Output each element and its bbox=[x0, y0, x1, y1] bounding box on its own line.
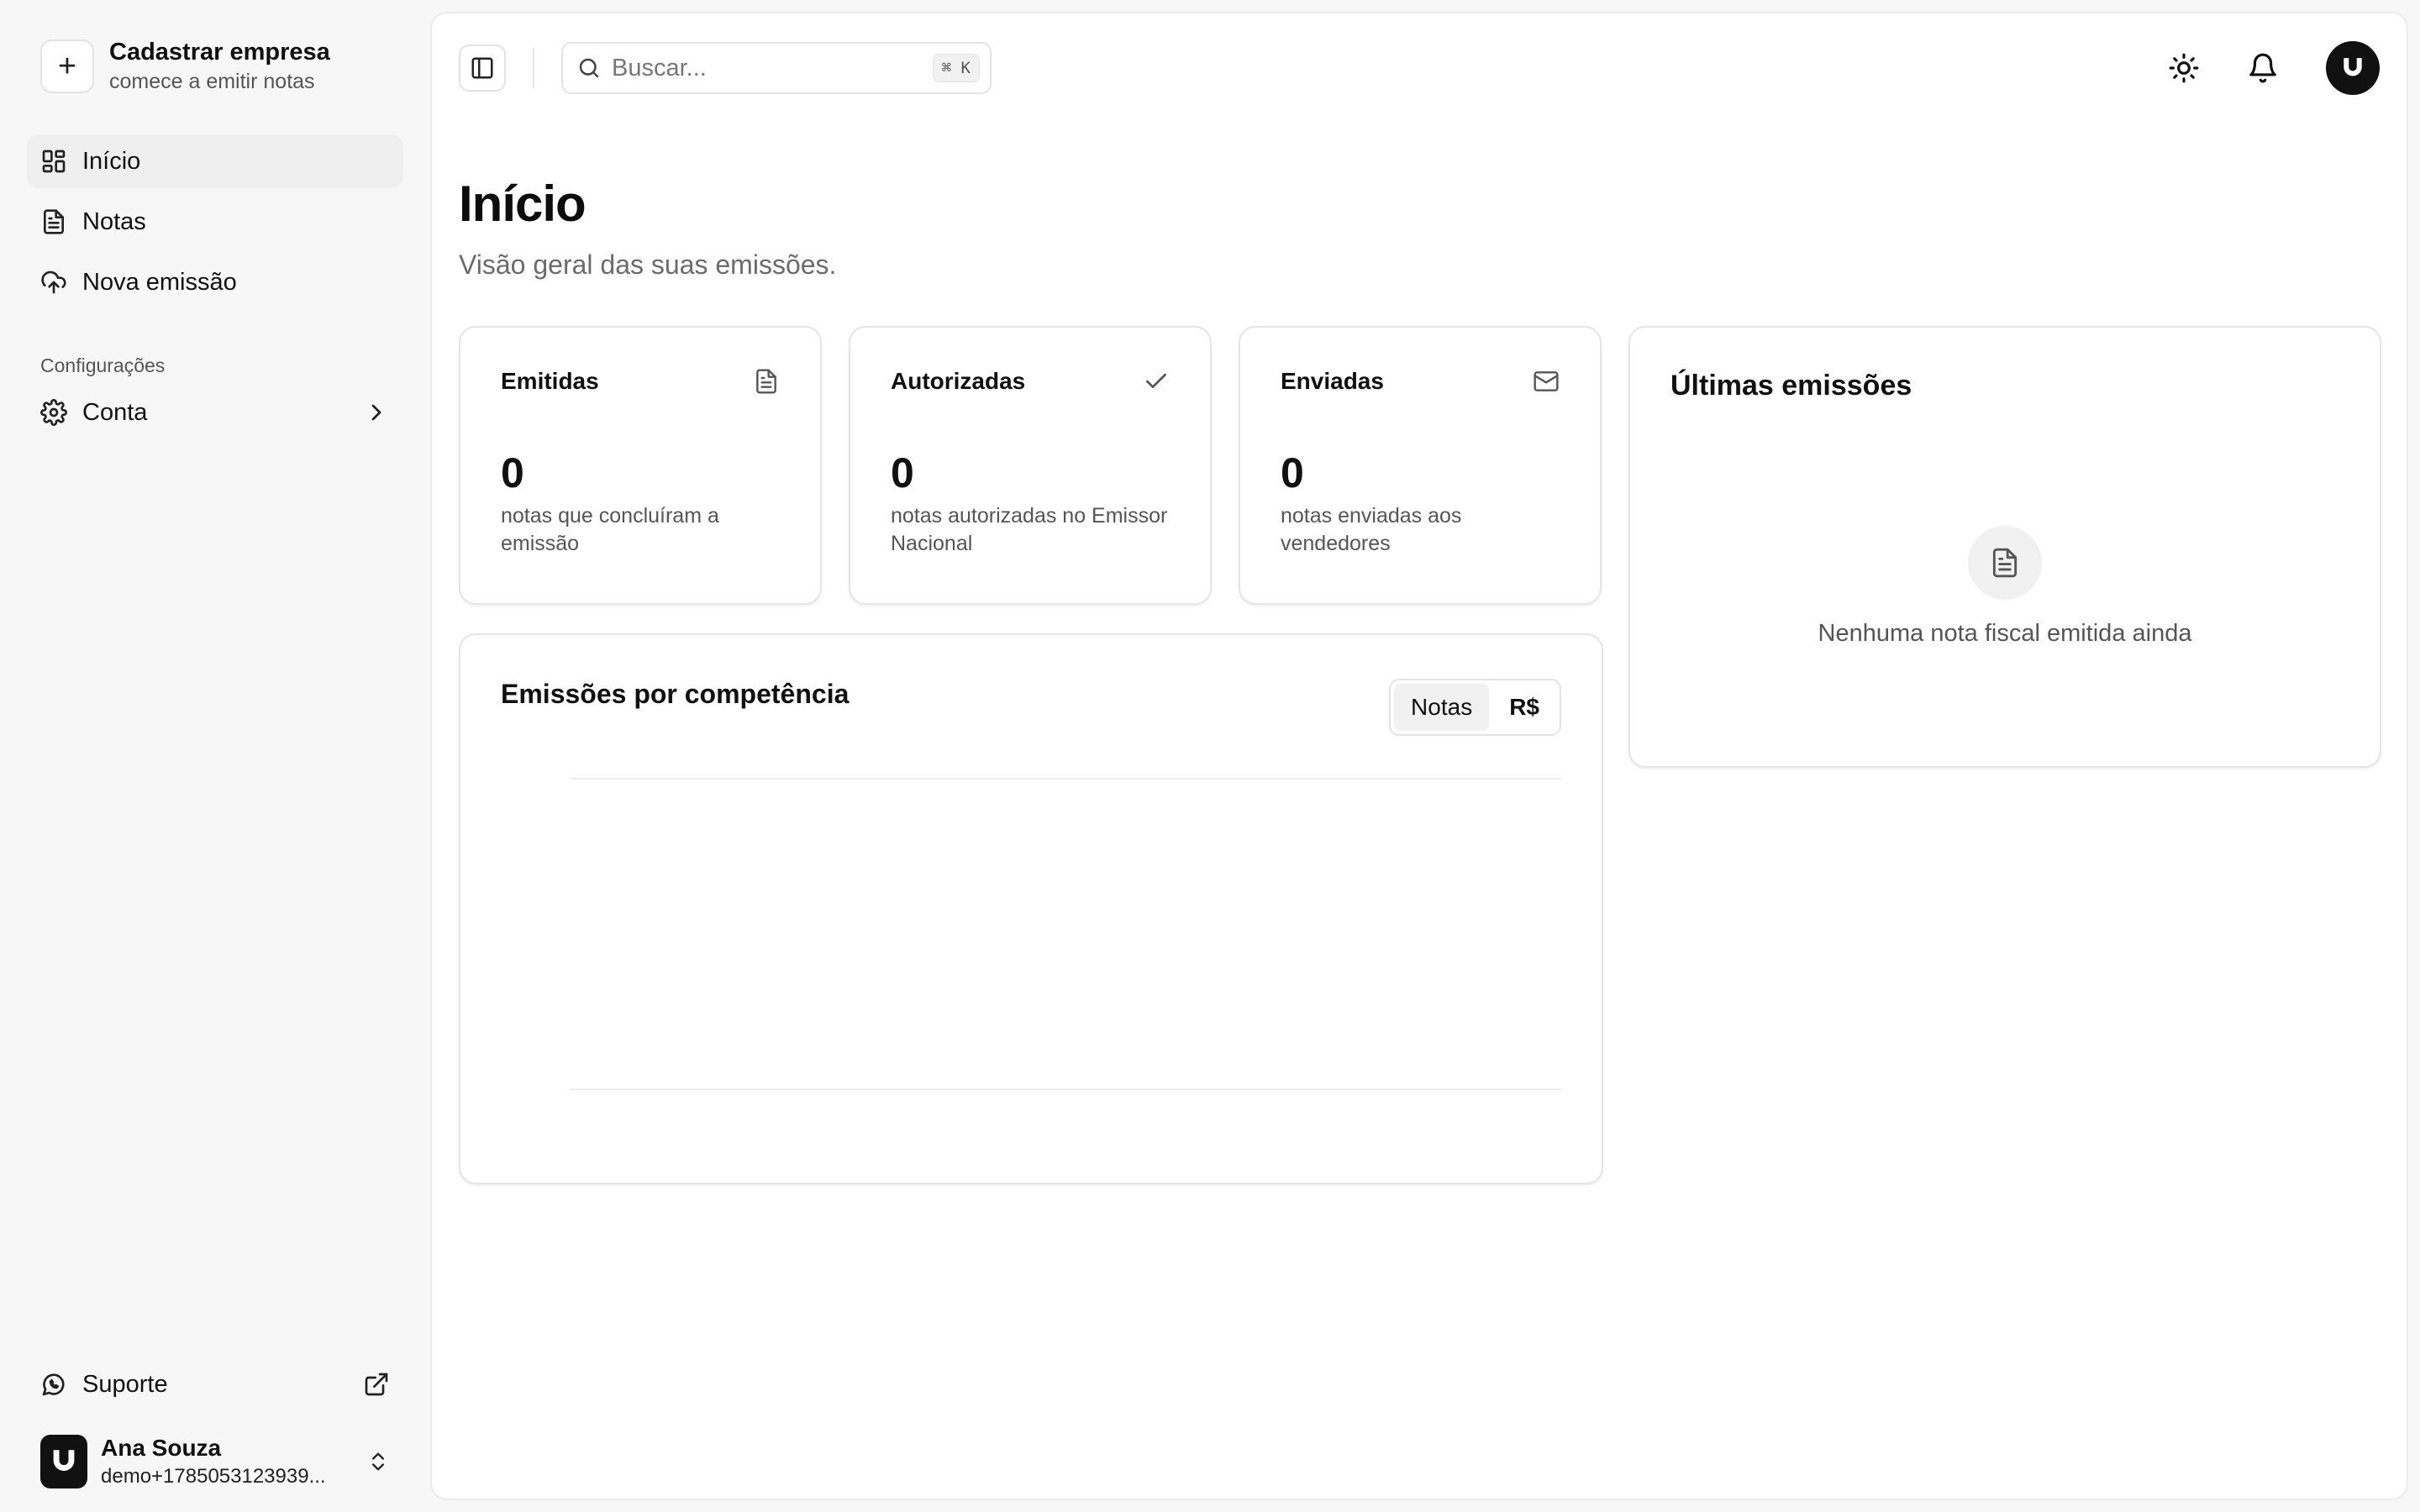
sidebar-item-label: Nova emissão bbox=[82, 268, 237, 296]
user-name: Ana Souza bbox=[101, 1435, 222, 1461]
empty-state: Nenhuma nota fiscal emitida ainda bbox=[1630, 526, 2380, 648]
dashboard-icon bbox=[42, 150, 66, 173]
chart-gridline bbox=[570, 778, 1561, 780]
user-menu[interactable]: Ana Souza demo+1785053123939... bbox=[27, 1411, 403, 1512]
stat-card-enviadas: Enviadas 0 notas enviadas aos vendedores bbox=[1239, 326, 1602, 605]
latest-emissions-card: Últimas emissões Nenhuma nota fiscal emi… bbox=[1628, 326, 2381, 768]
company-title: Cadastrar empresa bbox=[109, 39, 330, 66]
empty-state-text: Nenhuma nota fiscal emitida ainda bbox=[1818, 620, 2192, 647]
company-subtitle: comece a emitir notas bbox=[109, 70, 315, 93]
sidebar-item-label: Notas bbox=[82, 207, 146, 235]
external-link-icon bbox=[365, 1373, 388, 1396]
user-email: demo+1785053123939... bbox=[101, 1465, 326, 1488]
chevron-right-icon bbox=[371, 404, 381, 421]
chart-title: Emissões por competência bbox=[501, 679, 850, 709]
document-icon bbox=[44, 209, 64, 234]
sidebar-item-inicio[interactable]: Início bbox=[27, 134, 403, 188]
sidebar-item-nova-emissao[interactable]: Nova emissão bbox=[27, 255, 403, 309]
stat-description: notas enviadas aos vendedores bbox=[1281, 504, 1462, 555]
shortcut-badge: ⌘ K bbox=[932, 54, 980, 82]
chart-card: Emissões por competência Notas R$ bbox=[459, 633, 1603, 1184]
toggle-notas[interactable]: Notas bbox=[1394, 684, 1490, 731]
stat-description: notas autorizadas no Emissor Nacional bbox=[891, 504, 1168, 555]
sidebar-item-notas[interactable]: Notas bbox=[27, 195, 403, 249]
page-subtitle: Visão geral das suas emissões. bbox=[459, 249, 837, 280]
stat-value: 0 bbox=[501, 449, 524, 496]
stat-label: Emitidas bbox=[501, 368, 599, 394]
check-icon bbox=[1146, 373, 1166, 388]
sidebar-toggle-button[interactable] bbox=[459, 45, 506, 92]
bell-icon[interactable] bbox=[2247, 52, 2279, 84]
sidebar-item-conta[interactable]: Conta bbox=[27, 386, 403, 439]
sidebar-nav: Início Notas Nova emissão Configurações … bbox=[27, 134, 403, 439]
stat-label: Autorizadas bbox=[891, 368, 1026, 394]
sidebar: + Cadastrar empresa comece a emitir nota… bbox=[0, 0, 430, 1512]
document-icon bbox=[756, 369, 776, 394]
topbar: Buscar... ⌘ K bbox=[432, 13, 2407, 123]
main-panel: Buscar... ⌘ K Início Visão geral das sua… bbox=[430, 12, 2408, 1500]
support-link[interactable]: Suporte bbox=[27, 1357, 403, 1411]
whatsapp-icon bbox=[42, 1373, 65, 1396]
sun-icon[interactable] bbox=[2168, 52, 2200, 84]
chevrons-up-down-icon bbox=[372, 1452, 384, 1471]
stat-card-autorizadas: Autorizadas 0 notas autorizadas no Emiss… bbox=[849, 326, 1212, 605]
company-switcher[interactable]: + Cadastrar empresa comece a emitir nota… bbox=[27, 39, 403, 94]
chart-mode-toggle: Notas R$ bbox=[1389, 679, 1561, 736]
stat-label: Enviadas bbox=[1281, 368, 1384, 394]
stat-value: 0 bbox=[1281, 449, 1304, 496]
topbar-actions bbox=[2168, 41, 2380, 95]
page-header: Início Visão geral das suas emissões. bbox=[432, 123, 2407, 281]
mail-icon bbox=[1534, 371, 1559, 391]
settings-section-label: Configurações bbox=[40, 354, 166, 376]
plus-icon[interactable]: + bbox=[40, 39, 94, 93]
logo-icon bbox=[2344, 58, 2362, 76]
sidebar-footer: Suporte Ana Souza demo+1785053123939... bbox=[27, 1357, 403, 1512]
empty-state-icon-wrapper bbox=[1968, 526, 2042, 600]
stat-card-emitidas: Emitidas 0 notas que concluíram a emissã… bbox=[459, 326, 822, 605]
avatar bbox=[40, 1435, 87, 1488]
cloud-upload-icon bbox=[41, 270, 66, 294]
sidebar-item-label: Início bbox=[82, 147, 141, 175]
chart-plot-area bbox=[570, 778, 1561, 1090]
search-input[interactable]: Buscar... ⌘ K bbox=[561, 42, 992, 94]
search-icon bbox=[579, 58, 599, 78]
support-label: Suporte bbox=[82, 1370, 168, 1398]
app: + Cadastrar empresa comece a emitir nota… bbox=[0, 0, 2420, 1512]
company-info: Cadastrar empresa comece a emitir notas bbox=[109, 39, 330, 94]
document-icon bbox=[1992, 548, 2018, 578]
sidebar-toggle-icon bbox=[471, 57, 493, 79]
search-placeholder: Buscar... bbox=[612, 54, 707, 81]
divider bbox=[533, 48, 534, 88]
avatar[interactable] bbox=[2326, 41, 2380, 95]
stat-description: notas que concluíram a emissão bbox=[501, 504, 719, 555]
gear-icon bbox=[40, 399, 67, 426]
user-info: Ana Souza demo+1785053123939... bbox=[101, 1435, 353, 1488]
stat-value: 0 bbox=[891, 449, 914, 496]
logo-icon bbox=[53, 1450, 75, 1471]
latest-title: Últimas emissões bbox=[1670, 370, 1912, 402]
toggle-reais[interactable]: R$ bbox=[1492, 684, 1556, 731]
page-title: Início bbox=[459, 176, 587, 232]
chart-baseline bbox=[570, 1089, 1561, 1090]
sidebar-item-label: Conta bbox=[82, 398, 148, 426]
